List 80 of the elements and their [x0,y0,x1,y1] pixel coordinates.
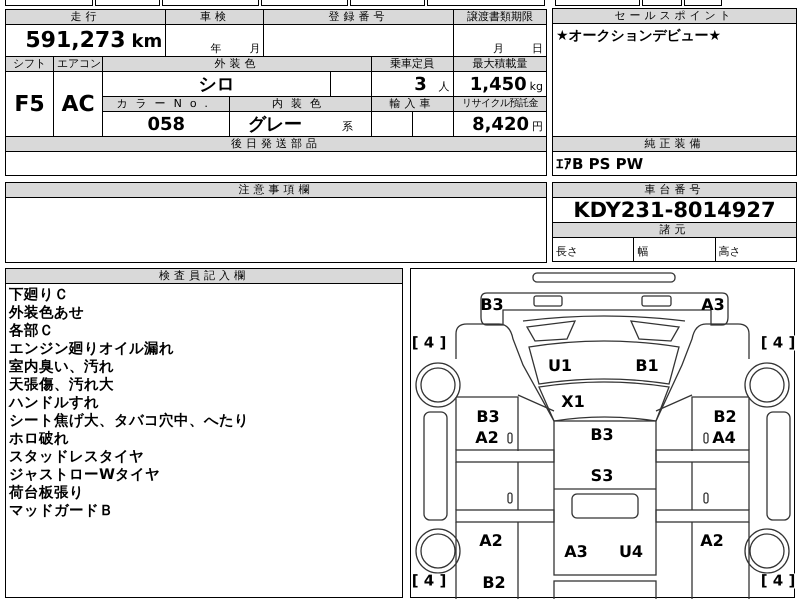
month-label: 月 [493,42,504,55]
column-header: 車検 [166,10,264,24]
interior-color-value: グレー [248,114,302,135]
mileage-value: 591,273 [25,28,126,53]
max-load-unit: kg [530,80,543,92]
spec-label: 長さ [556,245,578,258]
recycle-fee-value: 8,420 [472,114,529,134]
month-label: 月 [249,42,260,55]
column-header: 注意事項欄 [6,182,546,198]
equipment-text: ｴｱB PS PW [556,155,644,173]
mileage-unit: km [132,31,162,52]
damage-code: X1 [561,394,585,410]
tire-grade: [ 4 ] [760,336,796,350]
column-header: 輸入車 [371,96,454,112]
sales-point-text: ★オークションデビュー★ [556,27,722,45]
damage-code: U4 [618,544,644,560]
tire-grade: [ 4 ] [760,574,796,588]
exterior-color-value: シロ [198,74,234,95]
inspector-note: シート焦げ大、タバコ穴中、へたり [9,412,250,430]
cut-off-cell [642,0,682,6]
column-header: 譲渡書類期限 [453,10,546,24]
damage-code: A4 [712,430,736,446]
inspector-note: 外装色あせ [9,304,85,322]
capacity-value: 3 [414,74,427,94]
damage-code: A2 [700,533,724,549]
damage-code: U1 [548,358,572,374]
inspector-note: エンジン廻りオイル漏れ [9,340,175,358]
damage-code: B1 [635,358,659,374]
inspector-note: 荷台板張り [9,484,85,502]
damage-code: B2 [482,575,506,591]
inspector-note: 天張傷、汚れ大 [9,376,115,394]
column-header: 登録番号 [264,10,454,24]
column-header: 外装色 [102,56,372,72]
column-header: シフト [6,56,54,72]
inspector-note: 室内臭い、汚れ [9,358,115,376]
inspector-note: ジャストローWタイヤ [9,466,161,484]
inspector-note: ハンドルすれ [9,394,100,412]
max-load-value: 1,450 [470,74,527,94]
column-header: リサイクル預託金 [453,96,546,112]
column-header: セールスポイント [552,8,796,24]
shift-value: F5 [14,92,45,116]
column-header: 後日発送部品 [6,136,546,152]
year-label: 年 [210,42,222,55]
capacity-unit: 人 [438,80,450,92]
inspector-note: スタッドレスタイヤ [9,448,145,466]
column-header: 車台番号 [552,182,796,198]
damage-code: A3 [564,544,588,560]
inspector-note: マッドガードＢ [9,502,115,520]
damage-code: A3 [701,297,725,313]
day-label: 日 [532,42,543,55]
cut-off-cell [684,0,722,6]
inspector-note: 各部Ｃ [9,322,55,340]
spec-label: 高さ [718,245,741,258]
inspector-note: ホロ破れ [9,430,70,448]
damage-code: A2 [475,430,499,446]
inspector-note: 下廻りＣ [9,286,70,304]
chassis-number: KDY231-8014927 [573,198,776,222]
color-number-value: 058 [147,114,186,134]
column-header: 検査員記入欄 [6,269,402,284]
damage-code: B3 [480,297,504,313]
air-conditioner-value: AC [62,92,95,116]
column-header: 乗車定員 [371,56,454,72]
damage-code: S3 [590,468,614,484]
damage-code: A2 [479,533,503,549]
spec-label: 幅 [637,245,648,258]
column-header: 純正装備 [552,136,796,152]
damage-code: B3 [476,409,500,425]
tire-grade: [ 4 ] [412,574,446,588]
column-header: エアコン [54,56,103,72]
damage-code: B2 [713,409,737,425]
column-header: 諸元 [552,222,796,238]
column-header: カラーNo. [102,96,230,112]
column-header: 内装色 [230,96,372,112]
tire-grade: [ 4 ] [412,336,446,350]
column-header: 最大積載量 [453,56,546,72]
damage-code: B3 [590,427,614,443]
color-suffix: 系 [342,120,353,133]
cut-off-cell [95,0,160,6]
column-header: 走行 [6,10,166,24]
recycle-fee-unit: 円 [532,120,543,132]
